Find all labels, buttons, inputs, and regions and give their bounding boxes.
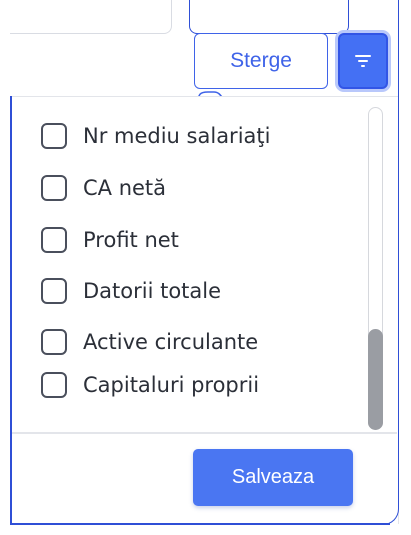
panel-border: [10, 0, 399, 525]
